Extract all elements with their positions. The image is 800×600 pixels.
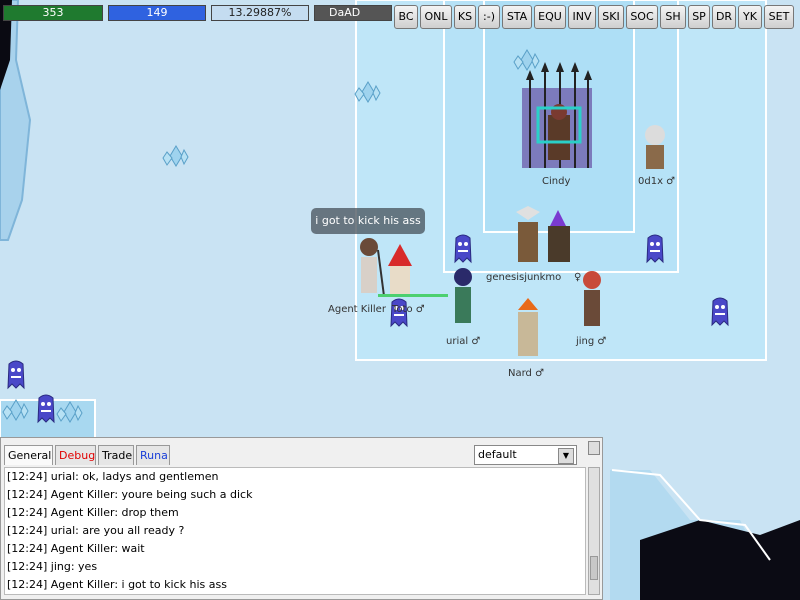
chat-line: [12:24] urial: are you all ready ? [7, 524, 185, 537]
shortcuts-button[interactable]: SH [660, 5, 686, 29]
player-name-genesisjunkmo: genesisjunkmo [486, 272, 562, 283]
emote-button[interactable]: :-) [478, 5, 500, 29]
chat-window: General Debug Trade Runa default ▼ [12:2… [0, 437, 603, 600]
chat-log: [12:24] urial: ok, ladys and gentlemen [… [4, 467, 586, 595]
chat-line: [12:24] Agent Killer: i got to kick his … [7, 578, 227, 591]
player-name-agent-killer: Agent Killer [328, 304, 386, 315]
spells-button[interactable]: SP [688, 5, 710, 29]
inventory-button[interactable]: INV [568, 5, 596, 29]
channel-dropdown-value: default [478, 448, 517, 461]
equipment-button[interactable]: EQU [534, 5, 566, 29]
xp-bar: 13.29887% [211, 5, 309, 21]
mp-value: 149 [146, 6, 168, 19]
job-bar: DaAD SGU3 [314, 5, 392, 21]
job-value: DaAD SGU3 [329, 6, 361, 19]
skills-button[interactable]: SKI [598, 5, 624, 29]
online-button[interactable]: ONL [420, 5, 452, 29]
player-name-toto: Toto ♂ [392, 304, 425, 315]
hp-value: 353 [42, 6, 64, 19]
player-gender-symbol: ♀ [574, 272, 582, 283]
lock-icon[interactable] [588, 441, 600, 455]
xp-value: 13.29887% [228, 6, 292, 19]
chat-line: [12:24] urial: ok, ladys and gentlemen [7, 470, 219, 483]
npc-name-cindy: Cindy [542, 176, 571, 187]
hp-bar: 353 [3, 5, 103, 21]
player-name-0d1x: 0d1x ♂ [638, 176, 676, 187]
chat-scrollbar-thumb[interactable] [590, 556, 598, 580]
settings-button[interactable]: SET [764, 5, 794, 29]
player-name-urial: urial ♂ [446, 336, 481, 347]
tab-debug[interactable]: Debug [55, 445, 96, 465]
chat-line: [12:24] Agent Killer: drop them [7, 506, 179, 519]
speech-bubble: i got to kick his ass [311, 208, 425, 234]
mp-bar: 149 [108, 5, 206, 21]
status-button[interactable]: STA [502, 5, 532, 29]
chevron-down-icon[interactable]: ▼ [558, 448, 574, 464]
bc-button[interactable]: BC [394, 5, 418, 29]
tab-general[interactable]: General [4, 445, 53, 465]
chat-scrollbar[interactable] [588, 467, 600, 595]
player-name-jing: jing ♂ [576, 336, 607, 347]
tab-trade[interactable]: Trade [98, 445, 134, 465]
social-button[interactable]: SOC [626, 5, 658, 29]
player-name-nard: Nard ♂ [508, 368, 545, 379]
ks-button[interactable]: KS [454, 5, 476, 29]
channel-dropdown[interactable]: default ▼ [474, 445, 577, 465]
chat-line: [12:24] jing: yes [7, 560, 98, 573]
chat-line: [12:24] Agent Killer: wait [7, 542, 145, 555]
chat-line: [12:24] Agent Killer: youre being such a… [7, 488, 253, 501]
yk-button[interactable]: YK [738, 5, 762, 29]
tab-runa[interactable]: Runa [136, 445, 170, 465]
drop-button[interactable]: DR [712, 5, 736, 29]
